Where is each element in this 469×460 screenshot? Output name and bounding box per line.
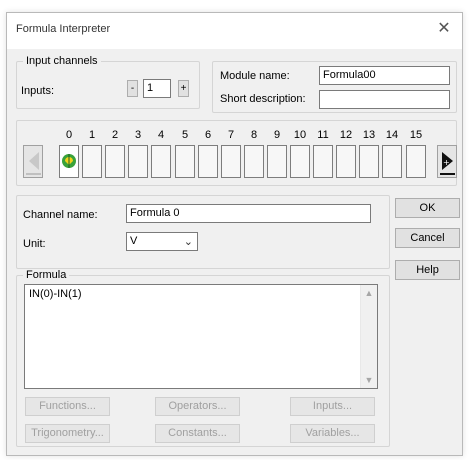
unit-select-value: V — [130, 235, 138, 247]
channel-slot-14[interactable] — [382, 145, 402, 178]
operators-button[interactable]: Operators... — [155, 397, 240, 416]
help-button[interactable]: Help — [395, 260, 460, 280]
scroll-left-button[interactable] — [23, 145, 43, 178]
channel-number-8: 8 — [250, 129, 258, 141]
channel-number-0: 0 — [65, 129, 73, 141]
inputs-increment-button[interactable]: + — [178, 80, 189, 97]
arrow-right-icon: + — [440, 152, 455, 175]
channel-slot-12[interactable] — [336, 145, 356, 178]
channel-number-4: 4 — [157, 129, 165, 141]
channel-number-7: 7 — [227, 129, 235, 141]
channel-number-15: 15 — [409, 129, 423, 141]
channel-name-label: Channel name: — [23, 209, 98, 221]
channel-slot-0[interactable] — [59, 145, 79, 178]
channel-number-6: 6 — [204, 129, 212, 141]
channel-slot-5[interactable] — [175, 145, 195, 178]
variables-button[interactable]: Variables... — [290, 424, 375, 443]
channel-number-9: 9 — [273, 129, 281, 141]
unit-select[interactable]: V ⌄ — [126, 232, 198, 251]
channel-slot-6[interactable] — [198, 145, 218, 178]
channel-number-13: 13 — [362, 129, 376, 141]
channel-number-3: 3 — [134, 129, 142, 141]
formula-scrollbar[interactable]: ▲ ▼ — [360, 285, 377, 388]
close-icon[interactable]: ✕ — [434, 19, 454, 39]
constants-button[interactable]: Constants... — [155, 424, 240, 443]
window-title: Formula Interpreter — [16, 23, 111, 35]
title-bar: Formula Interpreter ✕ — [7, 13, 462, 49]
channel-number-14: 14 — [385, 129, 399, 141]
channel-slot-2[interactable] — [105, 145, 125, 178]
channel-slot-4[interactable] — [151, 145, 171, 178]
scroll-up-icon: ▲ — [364, 288, 374, 298]
chevron-down-icon: ⌄ — [183, 236, 193, 248]
channel-slot-13[interactable] — [359, 145, 379, 178]
channel-slot-7[interactable] — [221, 145, 241, 178]
trigonometry-button[interactable]: Trigonometry... — [25, 424, 110, 443]
module-name-field[interactable]: Formula00 — [319, 66, 450, 85]
channel-number-1: 1 — [88, 129, 96, 141]
cancel-button[interactable]: Cancel — [395, 228, 460, 248]
channel-number-10: 10 — [293, 129, 307, 141]
inputs-button[interactable]: Inputs... — [290, 397, 375, 416]
channel-number-12: 12 — [339, 129, 353, 141]
formula-editor[interactable]: IN(0)-IN(1) ▲ ▼ — [24, 284, 378, 389]
inputs-decrement-button[interactable]: - — [127, 80, 138, 97]
module-name-label: Module name: — [220, 70, 290, 82]
channel-slot-10[interactable] — [290, 145, 310, 178]
formula-label: Formula — [23, 269, 70, 281]
formula-interpreter-dialog: Formula Interpreter ✕ Input channels Inp… — [6, 12, 463, 456]
scroll-down-icon: ▼ — [364, 375, 374, 385]
channel-slot-8[interactable] — [244, 145, 264, 178]
channel-slot-15[interactable] — [406, 145, 426, 178]
unit-label: Unit: — [23, 238, 46, 250]
channel-slot-1[interactable] — [82, 145, 102, 178]
channel-slot-9[interactable] — [267, 145, 287, 178]
channel-slot-3[interactable] — [128, 145, 148, 178]
channel-number-2: 2 — [111, 129, 119, 141]
functions-button[interactable]: Functions... — [25, 397, 110, 416]
formula-text: IN(0)-IN(1) — [29, 288, 82, 300]
input-channels-label: Input channels — [23, 55, 101, 67]
inputs-label: Inputs: — [21, 85, 55, 97]
channel-number-5: 5 — [181, 129, 189, 141]
scroll-right-button[interactable]: + — [437, 145, 457, 178]
channel-connected-icon — [62, 154, 76, 168]
svg-text:+: + — [443, 158, 450, 167]
short-description-label: Short description: — [220, 93, 306, 105]
arrow-left-icon — [26, 152, 41, 175]
inputs-count-field[interactable]: 1 — [143, 79, 171, 98]
ok-button[interactable]: OK — [395, 198, 460, 218]
short-description-field[interactable] — [319, 90, 450, 109]
channel-slot-11[interactable] — [313, 145, 333, 178]
channel-name-field[interactable]: Formula 0 — [126, 204, 371, 223]
channel-number-11: 11 — [317, 129, 329, 141]
